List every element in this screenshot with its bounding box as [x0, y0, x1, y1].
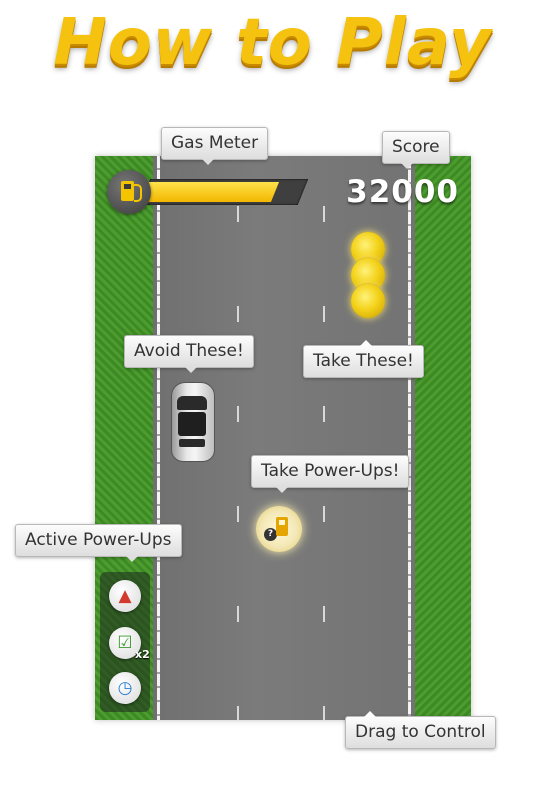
gas-meter-track [139, 179, 309, 205]
gas-meter [107, 170, 309, 214]
clock-icon[interactable]: ◷ [109, 672, 141, 704]
coin-icon [351, 284, 385, 318]
enemy-car-icon [171, 382, 215, 462]
grass-right [415, 156, 471, 720]
fuel-pump-icon [107, 170, 151, 214]
game-board[interactable]: 32000 ? ▲ ☑ x2 ◷ [95, 156, 471, 720]
fuel-powerup-icon: ? [256, 506, 302, 552]
how-to-play-title: How to Play [0, 0, 545, 92]
active-powerups-panel: ▲ ☑ x2 ◷ [100, 572, 150, 712]
active-powerups-callout: Active Power-Ups [15, 524, 182, 562]
drag-callout: Drag to Control [345, 711, 496, 749]
gas-meter-callout: Gas Meter [161, 127, 269, 165]
lane-divider-left [237, 156, 239, 720]
take-callout: Take These! [303, 340, 424, 378]
powerup-multiplier: x2 [135, 648, 150, 661]
road-edge-right [408, 156, 411, 720]
powerups-callout: Take Power-Ups! [251, 455, 410, 493]
score-value: 32000 [346, 174, 459, 210]
gas-meter-fill [140, 182, 279, 202]
road-edge-left [157, 156, 160, 720]
score-callout: Score [382, 131, 450, 169]
rocket-icon[interactable]: ▲ [109, 580, 141, 612]
avoid-callout: Avoid These! [124, 335, 254, 373]
lane-divider-right [323, 156, 325, 720]
title-text: How to Play [53, 6, 492, 80]
